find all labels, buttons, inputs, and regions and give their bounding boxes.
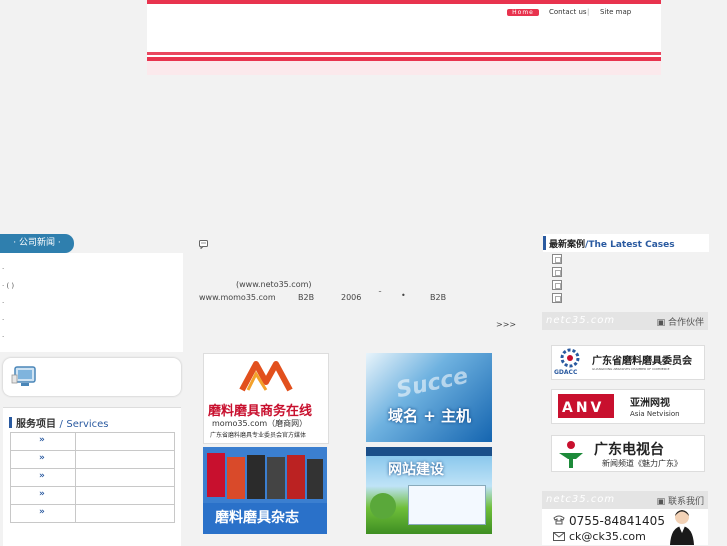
phone-icon	[553, 515, 565, 525]
b2b-text-2: B2B	[430, 293, 447, 302]
service-row[interactable]: »	[10, 450, 175, 469]
website-screenshot	[408, 485, 486, 525]
contact-email[interactable]: ck@ck35.com	[569, 530, 646, 543]
case-item-icon[interactable]	[552, 254, 562, 264]
header-top-bar	[147, 0, 661, 4]
domain-host-title: 域名 + 主机	[388, 407, 472, 425]
news-item[interactable]: ·	[2, 333, 4, 341]
success-watermark: Succe	[394, 363, 471, 404]
monitor-banner[interactable]	[3, 358, 181, 396]
magazine-title: 磨料磨具杂志	[215, 510, 299, 526]
momo-subtitle: 广东省磨料磨具专业委员会官方媒体	[210, 432, 307, 439]
gear-logo-icon	[560, 348, 580, 368]
magazine-cover	[287, 455, 305, 499]
header-band	[147, 61, 661, 75]
momo-url: momo35.com（磨商网）	[212, 419, 308, 428]
momo-logo-icon	[239, 361, 293, 392]
partner-name: 亚洲网视	[630, 398, 670, 409]
news-list: · · ( ) · · ·	[0, 253, 183, 352]
double-arrow-icon: »	[39, 471, 45, 481]
website-tile[interactable]: 网站建设	[366, 447, 492, 534]
partner-subtitle: Asia Netvision	[630, 410, 680, 418]
tv-station-logo-icon	[559, 441, 583, 468]
year-text: 2006	[341, 293, 362, 302]
cases-title-cn: 最新案例	[549, 240, 586, 250]
header: Home Contact us | Site map	[147, 0, 661, 75]
title-bar	[9, 417, 12, 428]
momo-tile[interactable]: 磨料磨具商务在线 momo35.com（磨商网） 广东省磨料磨具专业委员会官方媒…	[203, 353, 329, 444]
more-link[interactable]: >>>	[496, 320, 516, 329]
speech-icon	[199, 240, 208, 249]
double-arrow-icon: »	[39, 507, 45, 517]
service-row[interactable]: »	[10, 468, 175, 487]
service-row[interactable]: »	[10, 432, 175, 451]
news-tab[interactable]: · 公司新闻 ·	[0, 234, 74, 253]
mail-icon	[553, 532, 565, 541]
magazine-cover	[207, 453, 225, 497]
partner-name: 广东电视台	[594, 442, 664, 458]
site-map-link[interactable]: Site map	[600, 8, 631, 16]
partner-logo-text: ANV	[562, 400, 605, 416]
partner-subtitle: 新闻频道《魅力广东》	[602, 459, 682, 468]
momo-site-text: www.momo35.com	[199, 293, 276, 302]
magazine-cover	[247, 455, 265, 499]
double-arrow-icon: »	[39, 435, 45, 445]
partner-logo-text: GDACC	[554, 369, 578, 376]
news-item[interactable]: ·	[2, 316, 4, 324]
netc-logo: netc35.com	[546, 315, 616, 326]
url-text: (www.neto35.com)	[236, 280, 312, 289]
website-title: 网站建设	[388, 462, 444, 478]
services-title-cn: 服务项目	[16, 419, 56, 430]
partner-gdtv[interactable]: 广东电视台 新闻频道《魅力广东》	[551, 435, 705, 472]
contact-phone: 0755-84841405	[569, 514, 665, 528]
momo-title: 磨料磨具商务在线	[208, 404, 313, 419]
magazine-cover	[227, 457, 245, 499]
partner-name: 广东省磨料磨具委员会	[592, 356, 692, 367]
dash-mark: ˉ	[378, 290, 382, 299]
website-tile-topbar	[366, 447, 492, 456]
service-row[interactable]: »	[10, 504, 175, 523]
partner-gdacc[interactable]: GDACC 广东省磨料磨具委员会 GUANGDONG ABRASIVES CHA…	[551, 345, 705, 380]
home-link[interactable]: Home	[507, 9, 539, 16]
link-separator: |	[587, 8, 590, 16]
services-title: 服务项目 / Services	[9, 415, 109, 430]
case-item-icon[interactable]	[552, 267, 562, 277]
service-row[interactable]: »	[10, 486, 175, 505]
contact-us-link[interactable]: Contact us	[549, 8, 587, 16]
news-item[interactable]: ·	[2, 265, 4, 273]
plant-graphic	[370, 493, 396, 519]
case-item-icon[interactable]	[552, 293, 562, 303]
domain-host-tile[interactable]: Succe 域名 + 主机	[366, 353, 492, 442]
cases-header: 最新案例/The Latest Cases	[543, 234, 709, 252]
header-divider	[147, 52, 661, 55]
cases-title-en: The Latest Cases	[588, 240, 675, 250]
contact-label: ▣ 联系我们	[656, 497, 704, 507]
magazine-tile[interactable]: 磨料磨具杂志	[203, 447, 327, 534]
services-title-separator: /	[59, 419, 63, 430]
magazine-cover	[307, 459, 323, 499]
partner-subtitle: GUANGDONG ABRASIVES CHAMBER OF COMMERCE	[592, 367, 670, 371]
monitor-icon	[11, 366, 36, 386]
partner-anv[interactable]: ANV 亚洲网视 Asia Netvision	[551, 389, 705, 424]
customer-service-avatar	[670, 510, 694, 545]
news-item[interactable]: · ( )	[2, 282, 14, 290]
double-arrow-icon: »	[39, 453, 45, 463]
b2b-text: B2B	[298, 293, 315, 302]
services-title-en: Services	[66, 419, 109, 430]
news-item[interactable]: ·	[2, 299, 4, 307]
partners-header: netc35.com ▣ 合作伙伴	[542, 312, 708, 330]
magazine-cover	[267, 457, 285, 499]
title-bar	[543, 236, 546, 250]
dot-mark: •	[401, 291, 406, 300]
case-item-icon[interactable]	[552, 280, 562, 290]
partners-label: ▣ 合作伙伴	[656, 318, 704, 328]
netc-logo: netc35.com	[546, 494, 616, 505]
double-arrow-icon: »	[39, 489, 45, 499]
